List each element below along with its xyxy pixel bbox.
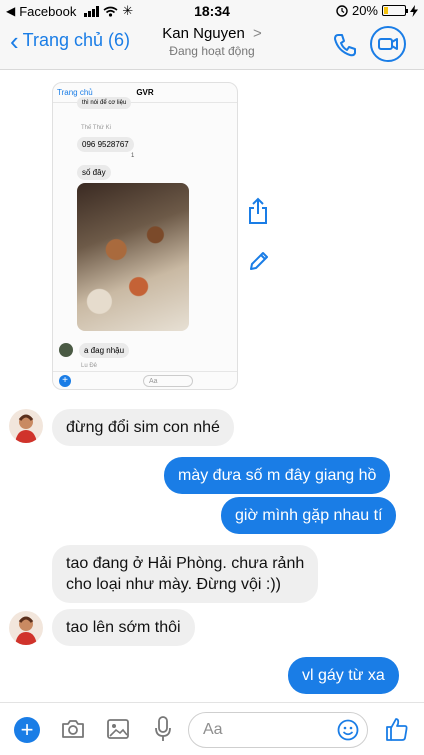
shared-screenshot[interactable]: Trang chủ GVR thì nói để cơ liệu Thế Thứ… [52,82,238,390]
composer-bar: + [0,702,424,755]
chevron-right-icon[interactable]: > [253,25,262,42]
battery-icon [382,5,408,16]
camera-icon[interactable] [60,717,86,741]
microphone-icon[interactable] [154,715,172,743]
status-right: 20% [336,3,418,18]
shot-input-placeholder: Aa [143,375,193,387]
contact-status: Đang hoạt động [169,44,255,58]
message-input[interactable] [203,720,323,740]
message-bubble-3[interactable]: giờ mình gặp nhau tí [221,497,397,534]
shot-message-so-day: số đây [77,165,111,180]
message-bubble-4[interactable]: tao đang ở Hải Phòng. chưa rảnh cho loại… [52,545,319,603]
emoji-icon[interactable] [337,719,359,741]
shot-composer: + Aa [53,371,237,389]
avatar-image [15,414,37,443]
food-photo [77,183,189,331]
phone-icon[interactable] [332,32,358,58]
battery-percent: 20% [351,3,378,18]
battery-fill [384,7,388,14]
status-bar: ◀ Facebook ✳ 18:34 20% [0,0,424,22]
shot-reaction-count: 1 [131,153,135,159]
avatar[interactable] [9,409,43,443]
video-call-icon[interactable] [372,28,404,60]
avatar[interactable] [9,611,43,645]
thumbs-up-icon[interactable] [384,716,410,742]
contact-info[interactable]: Kan Nguyen > Đang hoạt động [0,25,424,58]
shot-sender-label: Thế Thứ Ki [81,125,111,131]
charging-icon [410,4,418,17]
message-bubble-2[interactable]: mày đưa số m đây giang hồ [164,457,391,494]
chat-header: ‹ Trang chủ (6) Kan Nguyen > Đang hoạt đ… [0,22,424,70]
share-icon[interactable] [247,197,269,225]
shot-plus-icon: + [59,375,71,387]
shot-message-nhau: a đag nhậu [79,343,130,358]
contact-name-row[interactable]: Kan Nguyen > [0,25,424,42]
alarm-icon [336,4,348,17]
edit-icon[interactable] [247,249,271,273]
gallery-icon[interactable] [106,717,130,741]
shot-phone-number: 096 9528767 [77,137,134,152]
avatar-image [15,616,37,645]
message-bubble-1[interactable]: đừng đổi sim con nhé [52,409,234,446]
shot-top-message: thì nói để cơ liệu [77,97,132,109]
shot-sender-label-2: Lu Đê [81,363,98,369]
contact-name[interactable]: Kan Nguyen [162,25,245,42]
message-bubble-5[interactable]: tao lên sớm thôi [52,609,195,646]
plus-icon[interactable]: + [14,717,40,743]
shot-title: GVR [136,88,154,97]
video-call-button[interactable] [370,26,406,62]
message-bubble-6[interactable]: vl gáy từ xa [288,657,399,694]
shot-avatar [59,343,73,357]
message-input-field[interactable] [188,712,368,748]
